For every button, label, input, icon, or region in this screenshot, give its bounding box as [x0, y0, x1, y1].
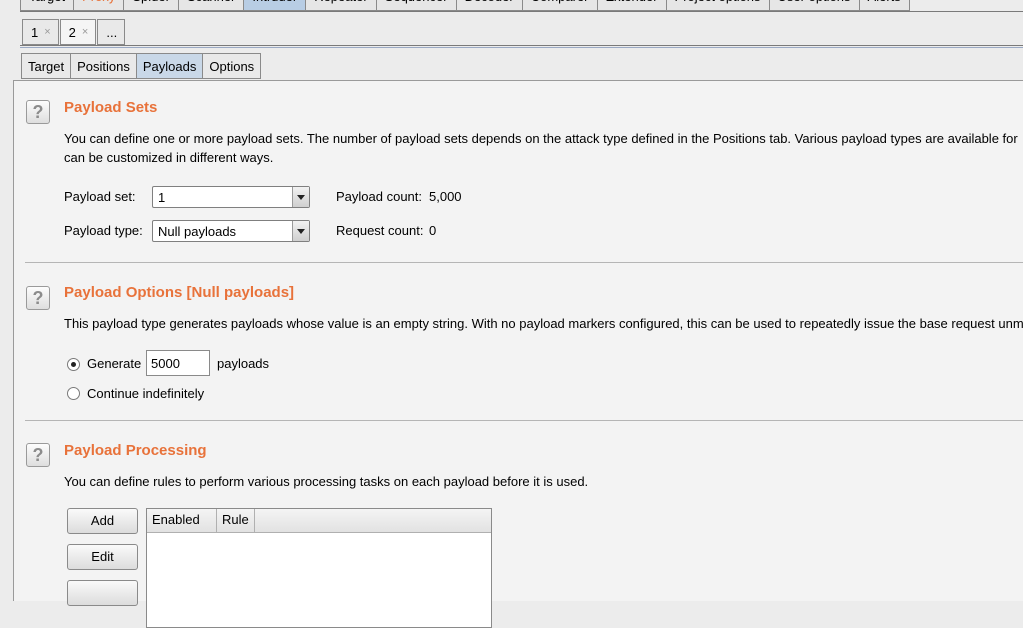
payload-options-title: Payload Options [Null payloads]	[64, 284, 295, 301]
tool-tab-user-options[interactable]: User options	[768, 0, 860, 11]
close-icon[interactable]: ×	[44, 26, 50, 38]
column-header-enabled[interactable]: Enabled	[147, 509, 217, 532]
tool-tab-divider	[20, 11, 1023, 12]
table-header: Enabled Rule	[147, 509, 491, 533]
help-icon[interactable]: ?	[26, 443, 50, 467]
tool-tab-comparer[interactable]: Comparer	[521, 0, 598, 11]
continue-indefinitely-radio[interactable]	[67, 387, 80, 400]
payload-processing-description: You can define rules to perform various …	[64, 474, 589, 489]
payload-type-select[interactable]: Null payloads	[152, 220, 310, 242]
attack-tab-divider-accent	[20, 47, 1023, 48]
payload-set-select[interactable]: 1	[152, 186, 310, 208]
attack-tab-label: 2	[68, 24, 76, 40]
attack-tab-new[interactable]: ...	[97, 19, 126, 45]
payload-sets-title: Payload Sets	[64, 99, 158, 116]
payload-sets-description-cont: can be customized in different ways.	[64, 150, 274, 165]
payload-set-value: 1	[158, 190, 166, 205]
chevron-down-icon[interactable]	[292, 221, 309, 241]
tab-payloads[interactable]: Payloads	[135, 53, 204, 79]
column-header-rule[interactable]: Rule	[217, 509, 255, 532]
payload-count-label: Payload count:	[336, 189, 423, 204]
payload-processing-title: Payload Processing	[64, 442, 207, 459]
attack-tab-1[interactable]: 1 ×	[22, 19, 59, 45]
more-tabs-label: ...	[106, 24, 118, 40]
help-icon[interactable]: ?	[26, 286, 50, 310]
close-icon[interactable]: ×	[82, 26, 88, 38]
tool-tab-target[interactable]: Target	[20, 0, 75, 11]
attack-tab-label: 1	[31, 24, 39, 40]
generate-count-input[interactable]	[146, 350, 210, 376]
payload-sets-description: You can define one or more payload sets.…	[64, 131, 1018, 146]
attack-tab-divider	[20, 45, 1023, 46]
tool-tab-spider[interactable]: Spider	[123, 0, 179, 11]
request-count-value: 0	[429, 223, 437, 238]
tool-tab-proxy[interactable]: Proxy	[73, 0, 125, 11]
intruder-sub-tab-bar: Target Positions Payloads Options	[21, 53, 262, 79]
generate-radio[interactable]	[67, 358, 80, 371]
add-rule-button[interactable]: Add	[67, 508, 138, 534]
payload-type-label: Payload type:	[64, 223, 143, 238]
tool-tab-scanner[interactable]: Scanner	[177, 0, 245, 11]
tool-tab-extender[interactable]: Extender	[596, 0, 667, 11]
tab-positions[interactable]: Positions	[70, 53, 137, 79]
section-divider	[25, 420, 1023, 421]
chevron-down-icon[interactable]	[292, 187, 309, 207]
payload-set-label: Payload set:	[64, 189, 136, 204]
payload-count-value: 5,000	[429, 189, 462, 204]
tool-tab-alerts[interactable]: Alerts	[858, 0, 910, 11]
payloads-panel: ? Payload Sets You can define one or mor…	[13, 80, 1023, 628]
tool-tab-bar: Target Proxy Spider Scanner Intruder Rep…	[20, 0, 910, 11]
payload-type-value: Null payloads	[158, 224, 237, 239]
tab-target[interactable]: Target	[21, 53, 72, 79]
attack-tab-bar: 1 × 2 × ...	[22, 19, 126, 45]
attack-tab-2[interactable]: 2 ×	[59, 19, 97, 45]
tool-tab-sequencer[interactable]: Sequencer	[375, 0, 457, 11]
edit-rule-button[interactable]: Edit	[67, 544, 138, 570]
tool-tab-project-options[interactable]: Project options	[665, 0, 770, 11]
continue-indefinitely-label: Continue indefinitely	[87, 386, 205, 401]
tool-tab-decoder[interactable]: Decoder	[455, 0, 523, 11]
request-count-label: Request count:	[336, 223, 424, 238]
generate-label: Generate	[87, 356, 142, 371]
tool-tab-repeater[interactable]: Repeater	[305, 0, 377, 11]
section-divider	[25, 262, 1023, 263]
processing-rules-table[interactable]: Enabled Rule	[146, 508, 492, 628]
tool-tab-intruder[interactable]: Intruder	[243, 0, 307, 11]
more-rule-button[interactable]	[67, 580, 138, 606]
payloads-label: payloads	[217, 356, 270, 371]
tab-options[interactable]: Options	[202, 53, 262, 79]
payload-options-description: This payload type generates payloads who…	[64, 316, 1023, 331]
help-icon[interactable]: ?	[26, 100, 50, 124]
